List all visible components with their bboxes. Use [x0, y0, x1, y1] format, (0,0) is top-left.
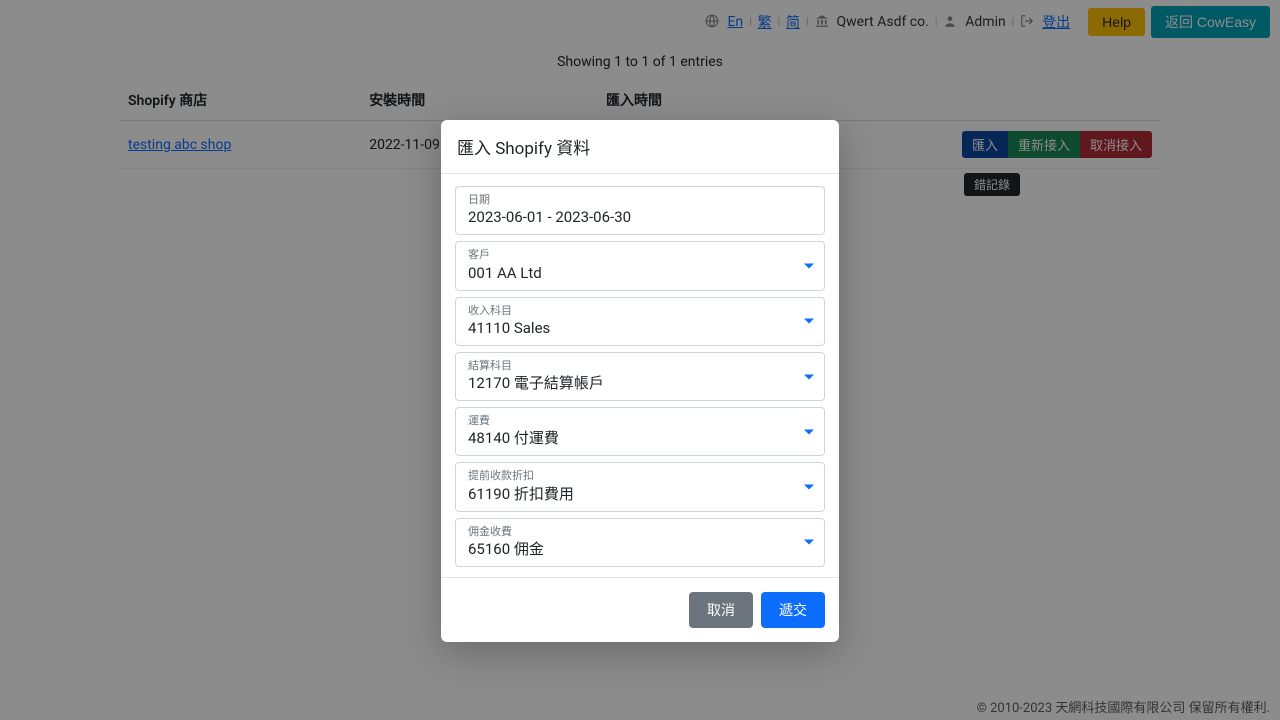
date-field[interactable]: 日期 2023-06-01 - 2023-06-30 [455, 186, 825, 235]
chevron-down-icon [804, 485, 814, 490]
settle-label: 結算科目 [468, 359, 814, 373]
date-value: 2023-06-01 - 2023-06-30 [468, 207, 814, 228]
customer-field[interactable]: 客戶 001 AA Ltd [455, 241, 825, 290]
settle-value: 12170 電子結算帳戶 [468, 373, 814, 394]
submit-button[interactable]: 遞交 [761, 592, 825, 628]
income-field[interactable]: 收入科目 41110 Sales [455, 297, 825, 346]
chevron-down-icon [804, 319, 814, 324]
chevron-down-icon [804, 374, 814, 379]
shipping-label: 運費 [468, 414, 814, 428]
modal-overlay[interactable]: 匯入 Shopify 資料 日期 2023-06-01 - 2023-06-30… [0, 0, 1280, 720]
footer-copyright: © 2010-2023 天網科技國際有限公司 保留所有權利. [977, 697, 1270, 716]
commission-value: 65160 佣金 [468, 539, 814, 560]
import-modal: 匯入 Shopify 資料 日期 2023-06-01 - 2023-06-30… [441, 120, 839, 642]
customer-label: 客戶 [468, 248, 814, 262]
modal-title: 匯入 Shopify 資料 [441, 120, 839, 174]
income-value: 41110 Sales [468, 318, 814, 339]
commission-field[interactable]: 佣金收費 65160 佣金 [455, 518, 825, 567]
date-label: 日期 [468, 193, 814, 207]
commission-label: 佣金收費 [468, 525, 814, 539]
chevron-down-icon [804, 263, 814, 268]
discount-label: 提前收款折扣 [468, 469, 814, 483]
chevron-down-icon [804, 429, 814, 434]
discount-value: 61190 折扣費用 [468, 484, 814, 505]
shipping-value: 48140 付運費 [468, 428, 814, 449]
shipping-field[interactable]: 運費 48140 付運費 [455, 407, 825, 456]
customer-value: 001 AA Ltd [468, 263, 814, 284]
settle-field[interactable]: 結算科目 12170 電子結算帳戶 [455, 352, 825, 401]
cancel-button[interactable]: 取消 [689, 592, 753, 628]
discount-field[interactable]: 提前收款折扣 61190 折扣費用 [455, 462, 825, 511]
income-label: 收入科目 [468, 304, 814, 318]
chevron-down-icon [804, 540, 814, 545]
